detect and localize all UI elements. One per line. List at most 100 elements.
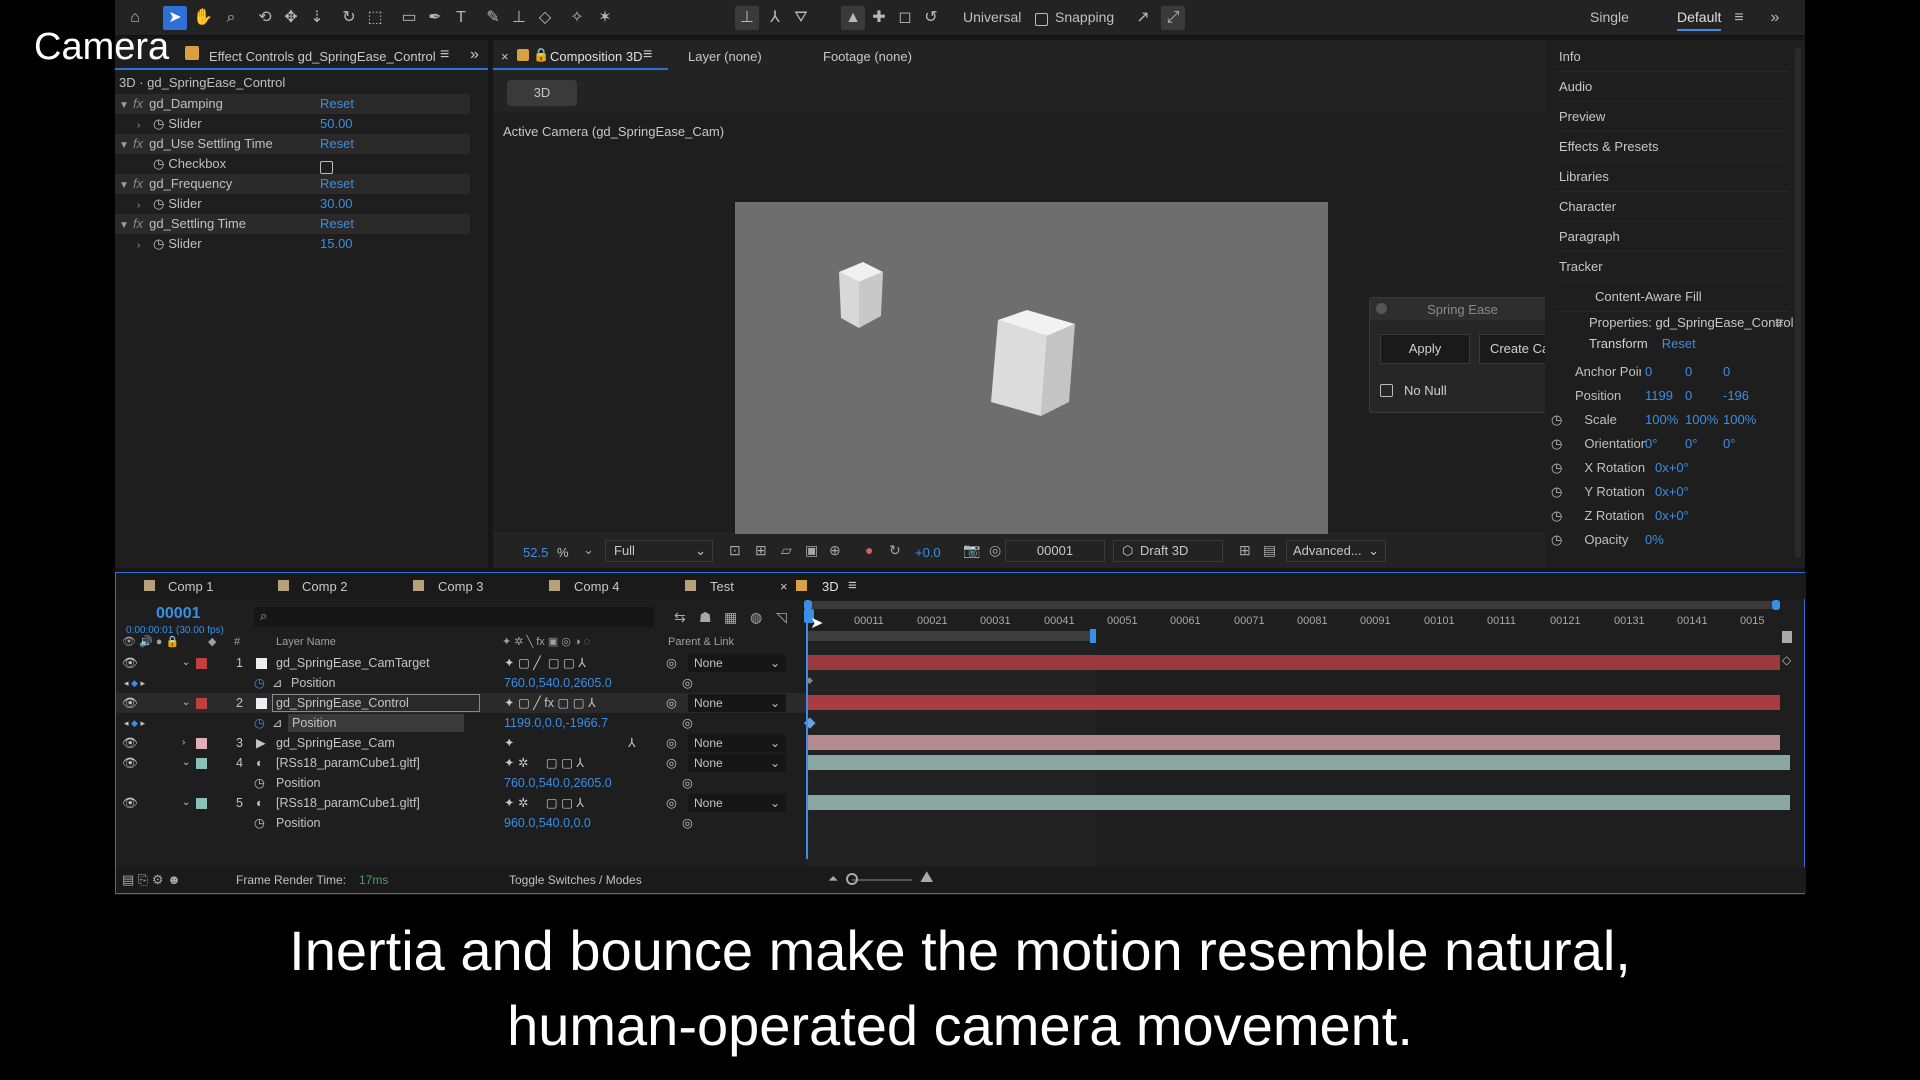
parent-select[interactable]: None ⌄ (688, 754, 786, 772)
rectangle-tool-icon[interactable]: ▭ (397, 6, 421, 30)
property-value[interactable]: 960.0,540.0,0.0 (504, 813, 591, 833)
reset-link[interactable]: Reset (320, 94, 354, 114)
view-mode-select[interactable]: Advanced... ⌄ (1286, 540, 1386, 562)
pen-tool-icon[interactable]: ✒ (423, 6, 447, 30)
frame-blend-icon[interactable]: ▦ (724, 609, 737, 626)
tab-comp-2[interactable]: Comp 2 (302, 579, 348, 594)
eraser-tool-icon[interactable]: ◇ (533, 6, 557, 30)
panel-menu-icon[interactable]: ≡ (643, 46, 652, 64)
layer-bar-cam[interactable] (808, 735, 1780, 750)
arrow-icon[interactable]: ▲ (841, 6, 865, 30)
layer-name[interactable]: [RSs18_paramCube1.gltf] (276, 753, 420, 773)
col-layer-name[interactable]: Layer Name (276, 633, 336, 651)
graph-icon[interactable]: ⊿ (272, 673, 282, 693)
reset-exposure-icon[interactable]: ↻ (889, 542, 901, 559)
clone-stamp-icon[interactable]: ⊥ (507, 6, 531, 30)
panel-info[interactable]: Info (1555, 42, 1790, 72)
workspace-single[interactable]: Single (1590, 9, 1629, 25)
stopwatch-icon[interactable]: ◷ (1551, 508, 1562, 523)
effect-gd-frequency[interactable]: ▼ fx gd_Frequency Reset (115, 174, 470, 194)
chevron-down-icon[interactable]: ⌄ (182, 753, 190, 773)
effect-controls-tab[interactable]: Effect Controls gd_SpringEase_Control (209, 49, 436, 64)
reset-link[interactable]: Reset (320, 134, 354, 154)
stopwatch-icon[interactable]: ◷ (254, 713, 265, 733)
layer-row[interactable]: 👁 ⌄ 4 ◐ [RSs18_paramCube1.gltf] ✦ ✲ ▢ ▢ … (116, 753, 806, 773)
label-swatch[interactable] (196, 758, 207, 769)
draft-3d-button[interactable]: ⬡ Draft 3D (1113, 540, 1223, 562)
switches[interactable]: ⅄ (628, 733, 636, 753)
layer-row[interactable]: 👁 ⌄ 1 gd_SpringEase_CamTarget ✦ ▢ ╱ ▢ ▢ … (116, 653, 806, 673)
tab-comp-3[interactable]: Comp 3 (438, 579, 484, 594)
roto-brush-icon[interactable]: ✧ (565, 6, 589, 30)
playhead[interactable] (806, 609, 808, 859)
label-swatch[interactable] (196, 698, 207, 709)
preview-range-end[interactable] (1090, 629, 1096, 643)
stopwatch-icon[interactable]: ◷ (1551, 460, 1562, 475)
footer-icons[interactable]: ▤ ⎘ ⚙ ☻ (122, 872, 181, 888)
zoom-tool-icon[interactable]: ⌕ (219, 6, 243, 30)
workspace-menu-icon[interactable]: ≡ (1727, 6, 1751, 30)
zoom-in-icon[interactable]: ⛰ (920, 869, 933, 887)
panel-tracker[interactable]: Tracker (1555, 252, 1790, 282)
col-parent[interactable]: Parent & Link (668, 633, 734, 651)
layer-name[interactable]: gd_SpringEase_Control (276, 693, 409, 713)
zoom-slider-thumb[interactable] (846, 873, 858, 885)
hand-tool-icon[interactable]: ✋ (191, 6, 215, 30)
end-marker[interactable] (1782, 631, 1792, 643)
eye-icon[interactable]: 👁 (122, 653, 138, 673)
pickwhip-icon[interactable]: ◎ (682, 813, 693, 833)
layer-row[interactable]: 👁 ⌄ 5 ◐ [RSs18_paramCube1.gltf] ✦ ✲ ▢ ▢ … (116, 793, 806, 813)
timeline-timecode[interactable]: 00001 (156, 605, 201, 623)
tab-test[interactable]: Test (710, 579, 734, 594)
grid-icon[interactable]: ⊕ (829, 542, 841, 559)
pickwhip-icon[interactable]: ◎ (666, 733, 677, 753)
shy-icon[interactable]: ☗ (699, 609, 712, 626)
timeline-graph[interactable]: 00011 00021 00031 00041 00051 00061 0007… (804, 600, 1804, 865)
reset-link[interactable]: Reset (320, 214, 354, 234)
time-ruler[interactable]: 00011 00021 00031 00041 00051 00061 0007… (806, 611, 1778, 629)
panel-character[interactable]: Character (1555, 192, 1790, 222)
brush-tool-icon[interactable]: ✎ (481, 6, 505, 30)
close-icon[interactable]: × (501, 49, 509, 64)
footage-tab[interactable]: Footage (none) (823, 49, 912, 64)
panel-paragraph[interactable]: Paragraph (1555, 222, 1790, 252)
tab-comp-1[interactable]: Comp 1 (168, 579, 214, 594)
pickwhip-icon[interactable]: ◎ (666, 793, 677, 813)
panel-menu-icon[interactable]: ≡ (848, 577, 857, 594)
toggle-switches-modes[interactable]: Toggle Switches / Modes (509, 873, 642, 887)
rotate-icon[interactable]: ↺ (919, 6, 943, 30)
mask-icon[interactable]: ▱ (781, 542, 792, 559)
stopwatch-icon[interactable]: ◷ (1551, 484, 1562, 499)
eye-icon[interactable]: 👁 (122, 733, 138, 753)
effect-gd-settling-time[interactable]: ▼ fx gd_Settling Time Reset (115, 214, 470, 234)
comp-flowchart-icon[interactable]: ⇆ (674, 609, 686, 626)
keyframe-nav-icon[interactable]: ◂ ◆ ▸ (124, 713, 145, 733)
expand-icon[interactable]: ⤢ (1161, 6, 1185, 30)
rotate-tool-icon[interactable]: ↻ (337, 6, 361, 30)
label-swatch[interactable] (196, 738, 207, 749)
type-tool-icon[interactable]: T (449, 6, 473, 30)
stopwatch-icon[interactable]: ◷ (254, 813, 265, 833)
camera-snapshot-icon[interactable]: 📷 (963, 542, 980, 559)
layer-search-input[interactable]: ⌕ (254, 607, 654, 627)
out-point-icon[interactable]: ◇ (1782, 653, 1791, 667)
property-value[interactable]: 760.0,540.0,2605.0 (504, 673, 612, 693)
pickwhip-icon[interactable]: ◎ (682, 673, 693, 693)
switches[interactable]: ✦ ✲ ▢ ▢ ⅄ (504, 793, 584, 813)
chevron-down-icon[interactable]: ⌄ (182, 653, 190, 673)
scale-icon[interactable]: ◻ (893, 6, 917, 30)
current-time-field[interactable]: 00001 (1005, 540, 1105, 562)
property-value[interactable]: 1199.0,0.0,-1966.7 (504, 713, 608, 733)
effect-gd-damping[interactable]: ▼ fx gd_Damping Reset (115, 94, 470, 114)
spring-ease-titlebar[interactable]: Spring Ease (1370, 298, 1555, 320)
layer-name[interactable]: gd_SpringEase_Cam (276, 733, 395, 753)
layer-bar-control[interactable] (808, 695, 1780, 710)
switches[interactable]: ✦ (504, 733, 514, 753)
color-channels-icon[interactable]: ● (865, 542, 873, 558)
move-icon[interactable]: ✚ (867, 6, 891, 30)
panel-libraries[interactable]: Libraries (1555, 162, 1790, 192)
composition-tab[interactable]: Composition 3D (550, 49, 643, 64)
view-axis-icon[interactable]: ⛛ (789, 6, 813, 30)
chevron-down-icon[interactable]: ⌄ (583, 542, 594, 558)
snap-icon[interactable]: ↗ (1131, 6, 1155, 30)
